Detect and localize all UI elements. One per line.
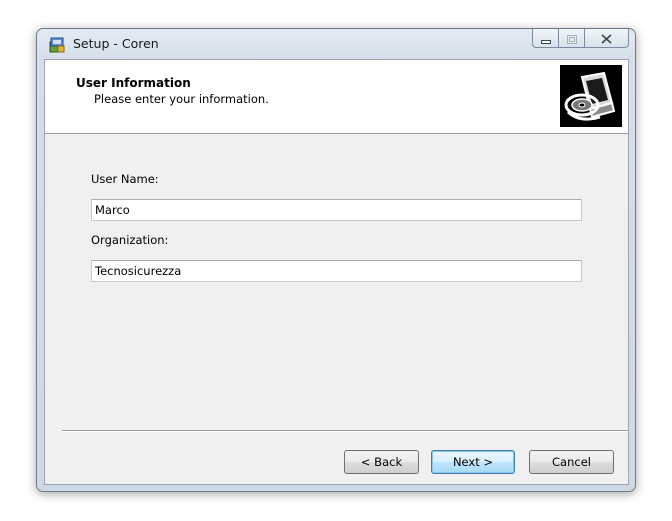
minimize-icon [540,29,551,48]
back-button[interactable]: < Back [344,450,419,474]
page-subtitle: Please enter your information. [94,92,269,106]
next-button[interactable]: Next > [431,450,515,474]
wizard-header: User Information Please enter your infor… [45,60,628,134]
window-title: Setup - Coren [73,36,159,51]
page-title: User Information [76,76,191,90]
user-name-input[interactable] [91,199,582,221]
computer-disc-icon [560,65,622,127]
maximize-icon [566,29,577,48]
cancel-button[interactable]: Cancel [529,450,614,474]
close-icon [601,29,612,48]
organization-label: Organization: [91,233,169,247]
button-separator [62,430,628,432]
setup-window: Setup - Coren User Information Please en… [36,28,636,492]
title-bar[interactable]: Setup - Coren [37,29,635,59]
wizard-client-area: User Information Please enter your infor… [44,59,629,485]
close-button[interactable] [585,29,629,48]
caption-buttons [532,29,629,49]
organization-input[interactable] [91,260,582,282]
user-name-label: User Name: [91,172,159,186]
minimize-button[interactable] [532,29,559,48]
maximize-button[interactable] [559,29,585,48]
setup-box-icon [49,36,66,53]
